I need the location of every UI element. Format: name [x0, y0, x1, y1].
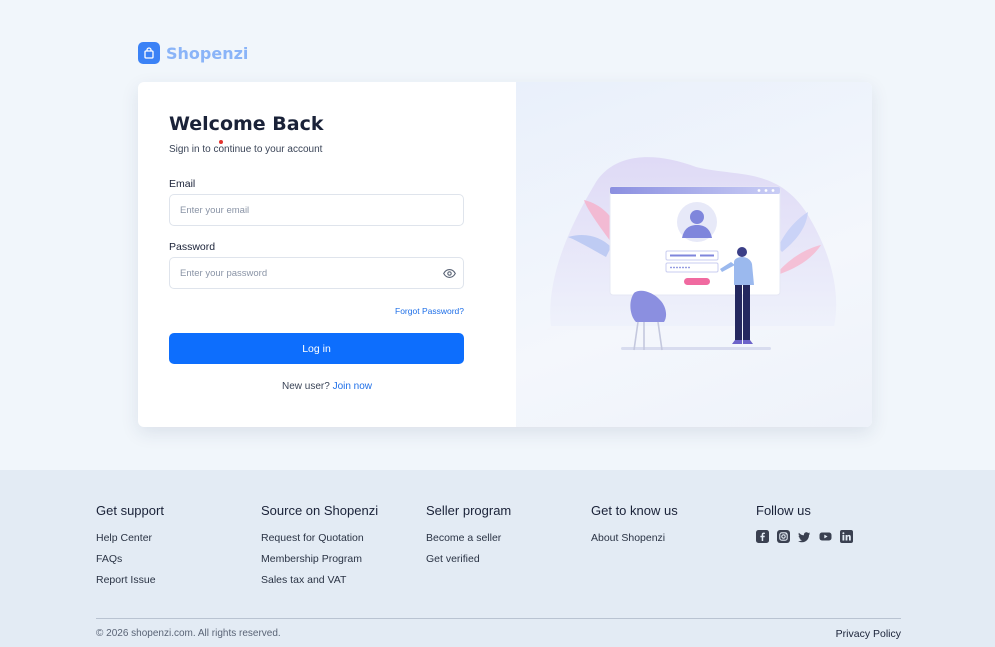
footer-link[interactable]: Sales tax and VAT	[261, 574, 378, 587]
footer-column-title: Source on Shopenzi	[261, 503, 379, 518]
twitter-icon[interactable]	[798, 530, 811, 543]
footer-column-support: Get support Help Center FAQs Report Issu…	[96, 503, 164, 595]
login-illustration	[516, 82, 872, 427]
login-card: Welcome Back Sign in to continue to your…	[138, 82, 872, 427]
footer-link[interactable]: FAQs	[96, 553, 164, 566]
facebook-icon[interactable]	[756, 530, 769, 543]
footer: Get support Help Center FAQs Report Issu…	[0, 470, 995, 647]
footer-column-source: Source on Shopenzi Request for Quotation…	[261, 503, 378, 595]
linkedin-icon[interactable]	[840, 530, 853, 543]
footer-column-about: Get to know us About Shopenzi	[591, 503, 678, 553]
footer-link[interactable]: Report Issue	[96, 574, 164, 587]
page-title: Welcome Back	[169, 113, 324, 135]
footer-link[interactable]: Request for Quotation	[261, 532, 378, 545]
footer-column-follow: Follow us	[756, 503, 853, 543]
join-now-link[interactable]: Join now	[333, 381, 372, 392]
new-user-text: New user?	[281, 381, 330, 392]
shopping-bag-icon	[138, 42, 160, 64]
login-form: Welcome Back Sign in to continue to your…	[138, 82, 516, 427]
show-password-icon[interactable]	[440, 266, 458, 280]
login-button[interactable]: Log in	[169, 333, 464, 364]
page-subtitle: Sign in to continue to your account	[169, 144, 323, 155]
brand-name: Shopenzi	[166, 43, 249, 63]
social-links	[756, 530, 853, 543]
signup-prompt: New user? Join now	[138, 381, 516, 392]
youtube-icon[interactable]	[819, 530, 832, 543]
login-illustration-graphic	[546, 157, 837, 351]
brand[interactable]: Shopenzi	[138, 42, 248, 64]
footer-column-title: Get support	[96, 503, 164, 518]
email-field[interactable]	[169, 194, 464, 226]
footer-link[interactable]: Become a seller	[426, 532, 511, 545]
instagram-icon[interactable]	[777, 530, 790, 543]
footer-link[interactable]: About Shopenzi	[591, 532, 678, 545]
footer-column-seller: Seller program Become a seller Get verif…	[426, 503, 511, 574]
privacy-policy-link[interactable]: Privacy Policy	[836, 628, 901, 640]
email-label: Email	[169, 178, 196, 190]
footer-column-title: Get to know us	[591, 503, 678, 518]
forgot-password-link[interactable]: Forgot Password?	[395, 306, 464, 316]
footer-divider	[96, 618, 901, 619]
password-label: Password	[169, 241, 216, 253]
password-field[interactable]	[169, 257, 464, 289]
footer-column-title: Seller program	[426, 503, 512, 518]
footer-link[interactable]: Get verified	[426, 553, 511, 566]
copyright-text: © 2026 shopenzi.com. All rights reserved…	[96, 628, 281, 639]
footer-column-title: Follow us	[756, 503, 811, 518]
footer-link[interactable]: Membership Program	[261, 553, 378, 566]
footer-link[interactable]: Help Center	[96, 532, 164, 545]
